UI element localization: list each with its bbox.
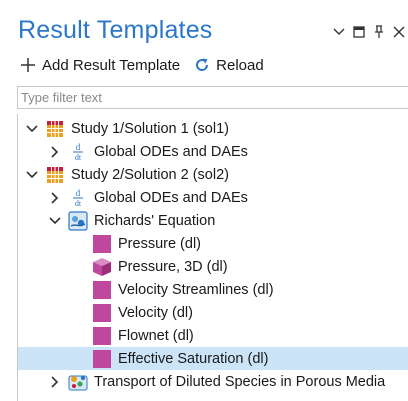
tree-item-label: Richards' Equation [94,212,216,229]
tree-item-label: Global ODEs and DAEs [94,143,248,160]
solution-icon [45,165,65,185]
tree-item-velocity[interactable]: Velocity (dl) [18,301,408,324]
tree-item-richards-equation[interactable]: Richards' Equation [18,209,408,232]
pin-icon[interactable] [370,24,388,40]
tree-item-label: Velocity (dl) [118,304,193,321]
maximize-icon[interactable] [350,24,368,40]
chevron-right-icon[interactable] [48,191,62,205]
toolbar: Add Result Template Reload [18,54,264,76]
chevron-right-icon[interactable] [48,375,62,389]
plus-icon [18,55,38,75]
derivative-icon: d dt [68,142,88,162]
reload-label: Reload [216,56,264,74]
panel-header: Result Templates [0,0,408,50]
plot-2d-icon [92,349,112,369]
tree-item-label: Pressure (dl) [118,235,201,252]
chevron-right-icon[interactable] [48,145,62,159]
tree-item-transport-diluted-species[interactable]: Transport of Diluted Species in Porous M… [18,370,408,393]
tree-item-label: Study 1/Solution 1 (sol1) [71,120,229,137]
tree-item-label: Effective Saturation (dl) [118,350,269,367]
tree-item-flownet[interactable]: Flownet (dl) [18,324,408,347]
tree-item-label: Velocity Streamlines (dl) [118,281,274,298]
plot-3d-icon [92,257,112,277]
porous-media-flow-icon [68,210,88,231]
chevron-down-icon[interactable] [330,24,348,40]
tree-item-label: Pressure, 3D (dl) [118,258,228,275]
svg-text:d: d [76,188,81,198]
tree-item-velocity-streamlines[interactable]: Velocity Streamlines (dl) [18,278,408,301]
svg-text:d: d [76,142,81,152]
plot-2d-icon [92,234,112,254]
tree-item-pressure-3d[interactable]: Pressure, 3D (dl) [18,255,408,278]
tree-item-label: Global ODEs and DAEs [94,189,248,206]
derivative-icon: d dt [68,188,88,208]
tree-item-pressure[interactable]: Pressure (dl) [18,232,408,255]
close-icon[interactable] [390,24,408,40]
plot-2d-icon [92,326,112,346]
window-controls [328,24,408,40]
svg-text:dt: dt [75,153,82,162]
tree-item-study2[interactable]: Study 2/Solution 2 (sol2) [18,163,408,186]
solution-icon [45,119,65,139]
chevron-down-icon[interactable] [25,168,39,182]
svg-text:dt: dt [75,199,82,208]
plot-2d-icon [92,303,112,323]
tree-item-study2-global-odes[interactable]: d dt Global ODEs and DAEs [18,186,408,209]
reload-icon [192,55,212,75]
panel-title: Result Templates [18,16,213,44]
tree-item-label: Transport of Diluted Species in Porous M… [94,373,386,390]
result-templates-tree: Study 1/Solution 1 (sol1) d dt Global OD… [18,117,408,393]
reload-button[interactable]: Reload [192,55,264,75]
filter-placeholder: Type filter text [21,90,102,105]
tree-item-study1[interactable]: Study 1/Solution 1 (sol1) [18,117,408,140]
tree-item-label: Study 2/Solution 2 (sol2) [71,166,229,183]
filter-input[interactable]: Type filter text [17,86,408,109]
plot-2d-icon [92,280,112,300]
tree-item-study1-global-odes[interactable]: d dt Global ODEs and DAEs [18,140,408,163]
add-result-template-button[interactable]: Add Result Template [18,55,180,75]
chevron-down-icon[interactable] [48,214,62,228]
tree-item-effective-saturation[interactable]: Effective Saturation (dl) [18,347,408,370]
add-result-template-label: Add Result Template [42,56,181,74]
tree-item-label: Flownet (dl) [118,327,194,344]
chevron-down-icon[interactable] [25,122,39,136]
species-transport-icon [68,372,88,392]
